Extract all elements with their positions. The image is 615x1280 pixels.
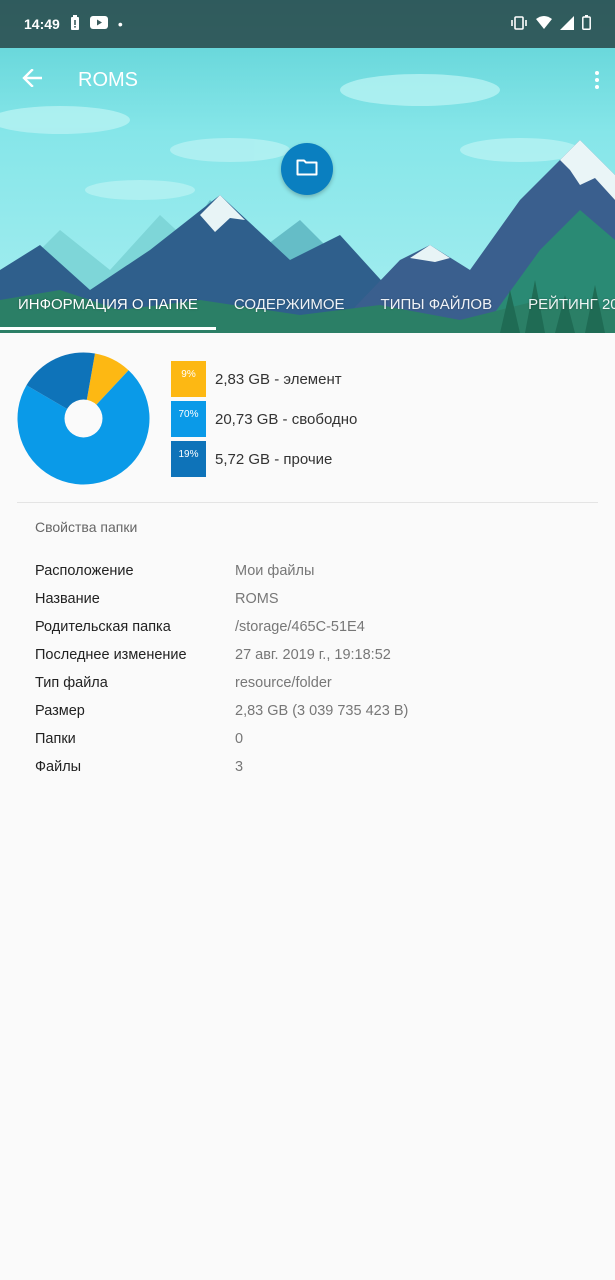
more-vert-icon-dot [595, 71, 599, 75]
property-value: 0 [235, 731, 244, 747]
tab-folder-info[interactable]: ИНФОРМАЦИЯ О ПАПКЕ [0, 288, 216, 330]
legend-item-element: 9% 2,83 GB - элемент [171, 361, 357, 397]
vibrate-icon [510, 15, 528, 33]
folder-icon [296, 158, 318, 181]
pie-center-hole [64, 399, 103, 438]
back-button[interactable] [0, 48, 64, 112]
property-row-size: Размер 2,83 GB (3 039 735 423 B) [35, 697, 595, 725]
legend-swatch: 19% [171, 441, 206, 477]
property-value: Мои файлы [235, 563, 315, 579]
status-time: 14:49 [24, 16, 60, 32]
signal-icon [560, 15, 574, 33]
more-vert-icon-dot [595, 85, 599, 89]
storage-legend: 9% 2,83 GB - элемент 70% 20,73 GB - своб… [171, 361, 357, 481]
property-row-file-type: Тип файла resource/folder [35, 669, 595, 697]
property-label: Папки [35, 731, 76, 747]
battery-alert-icon [70, 14, 80, 34]
property-value: resource/folder [235, 675, 332, 691]
folder-properties: Свойства папки Расположение Мои файлы На… [35, 519, 595, 781]
legend-item-free: 70% 20,73 GB - свободно [171, 401, 357, 437]
tab-contents[interactable]: СОДЕРЖИМОЕ [216, 288, 363, 330]
divider [17, 502, 598, 503]
property-row-modified: Последнее изменение 27 авг. 2019 г., 19:… [35, 641, 595, 669]
legend-swatch: 70% [171, 401, 206, 437]
toolbar: ROMS [0, 48, 615, 112]
folder-info-content: 9% 2,83 GB - элемент 70% 20,73 GB - своб… [0, 333, 615, 1280]
storage-pie-chart [17, 352, 150, 485]
property-value: 2,83 GB (3 039 735 423 B) [235, 703, 409, 719]
tab-rating[interactable]: РЕЙТИНГ 20 [510, 288, 615, 330]
property-row-parent-folder: Родительская папка /storage/465C-51E4 [35, 613, 595, 641]
property-label: Последнее изменение [35, 647, 187, 663]
property-label: Размер [35, 703, 85, 719]
properties-section-title: Свойства папки [35, 519, 138, 535]
status-bar: 14:49 • [0, 0, 615, 48]
battery-icon [582, 15, 591, 33]
legend-swatch: 9% [171, 361, 206, 397]
legend-label: 20,73 GB - свободно [215, 410, 358, 428]
legend-label: 2,83 GB - элемент [215, 370, 342, 388]
tab-bar: ИНФОРМАЦИЯ О ПАПКЕ СОДЕРЖИМОЕ ТИПЫ ФАЙЛО… [0, 288, 615, 333]
property-value: /storage/465C-51E4 [235, 619, 365, 635]
property-value: 3 [235, 759, 244, 775]
property-label: Родительская папка [35, 619, 171, 635]
property-row-name: Название ROMS [35, 585, 595, 613]
legend-item-other: 19% 5,72 GB - прочие [171, 441, 357, 477]
arrow-back-icon [22, 67, 43, 92]
toolbar-title: ROMS [78, 68, 138, 91]
property-row-location: Расположение Мои файлы [35, 557, 595, 585]
property-row-files: Файлы 3 [35, 753, 595, 781]
property-value: 27 авг. 2019 г., 19:18:52 [235, 647, 391, 663]
property-label: Расположение [35, 563, 134, 579]
property-label: Файлы [35, 759, 82, 775]
property-label: Тип файла [35, 675, 108, 691]
legend-label: 5,72 GB - прочие [215, 450, 333, 468]
more-vert-icon-dot [595, 78, 599, 82]
notification-dot: • [117, 16, 123, 32]
header-banner: 14:49 • ROMS ИНФОРМАЦИЯ О ПАПКЕ СОДЕРЖИМ… [0, 0, 615, 333]
wifi-icon [536, 16, 552, 32]
folder-icon-badge [281, 143, 333, 195]
storage-chart-section: 9% 2,83 GB - элемент 70% 20,73 GB - своб… [0, 333, 615, 503]
property-value: ROMS [235, 591, 279, 607]
property-row-folders: Папки 0 [35, 725, 595, 753]
more-options-button[interactable] [587, 66, 607, 94]
property-label: Название [35, 591, 100, 607]
tab-file-types[interactable]: ТИПЫ ФАЙЛОВ [363, 288, 511, 330]
youtube-icon [89, 16, 108, 32]
